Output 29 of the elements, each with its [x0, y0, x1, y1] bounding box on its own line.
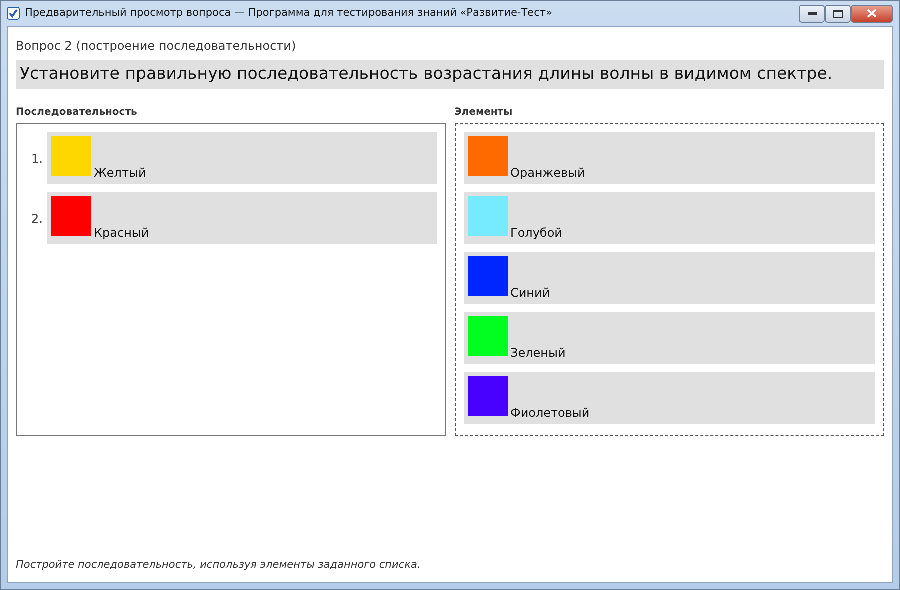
panel-label: Элементы	[454, 106, 514, 120]
item-label: Оранжевый	[510, 166, 586, 180]
minimize-icon	[808, 12, 816, 15]
item-label: Красный	[94, 226, 150, 240]
sequence-item[interactable]: Зеленый	[464, 312, 875, 364]
item-label: Зеленый	[510, 346, 566, 360]
panel-label: Последовательность	[16, 106, 138, 120]
hint-text: Постройте последовательность, используя элементы заданного списка.	[16, 558, 422, 574]
question-text: Установите правильную последовательность возрастания длины волны в видимом спектре.	[16, 60, 884, 89]
sequence-item[interactable]: Голубой	[464, 192, 875, 244]
sequence-item[interactable]: Желтый	[47, 132, 436, 184]
item-number: 1.	[30, 150, 44, 168]
item-label: Голубой	[510, 226, 562, 240]
app-icon	[7, 7, 20, 20]
question-heading: Вопрос 2 (построение последовательности)	[16, 38, 298, 55]
item-number: 2.	[30, 210, 44, 228]
window-title: Предварительный просмотр вопроса — Программа для тестирования знаний «Развитие-Тест»	[25, 6, 552, 21]
close-button[interactable]	[851, 4, 893, 22]
item-label: Фиолетовый	[510, 406, 590, 420]
sequence-item[interactable]: Красный	[47, 192, 436, 244]
sequence-item[interactable]: Синий	[464, 252, 875, 304]
sequence-item[interactable]: Фиолетовый	[464, 372, 875, 424]
sequence-item[interactable]: Оранжевый	[464, 132, 875, 184]
maximize-icon	[833, 10, 843, 18]
minimize-button[interactable]	[799, 4, 825, 22]
close-icon	[867, 9, 877, 18]
item-label: Синий	[510, 286, 550, 300]
maximize-button[interactable]	[825, 4, 851, 22]
item-label: Желтый	[94, 166, 146, 180]
